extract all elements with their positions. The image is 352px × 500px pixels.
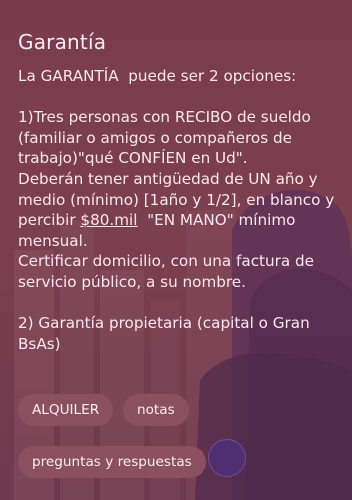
- option-one-text: 1)Tres personas con RECIBO de sueldo (fa…: [18, 107, 336, 292]
- notas-button[interactable]: notas: [123, 394, 189, 426]
- alquiler-button[interactable]: ALQUILER: [18, 394, 114, 426]
- chat-bubble-button[interactable]: [208, 439, 246, 477]
- page-title: Garantía: [18, 30, 107, 54]
- preguntas-respuestas-button[interactable]: preguntas y respuestas: [18, 446, 206, 478]
- intro-text: La GARANTÍA puede ser 2 opciones:: [18, 67, 297, 85]
- salary-amount-link[interactable]: $80.mil: [80, 211, 137, 229]
- option-two-text: 2) Garantía propietaria (capital o Gran …: [18, 314, 315, 353]
- message-body: La GARANTÍA puede ser 2 opciones: 1)Tres…: [18, 66, 336, 354]
